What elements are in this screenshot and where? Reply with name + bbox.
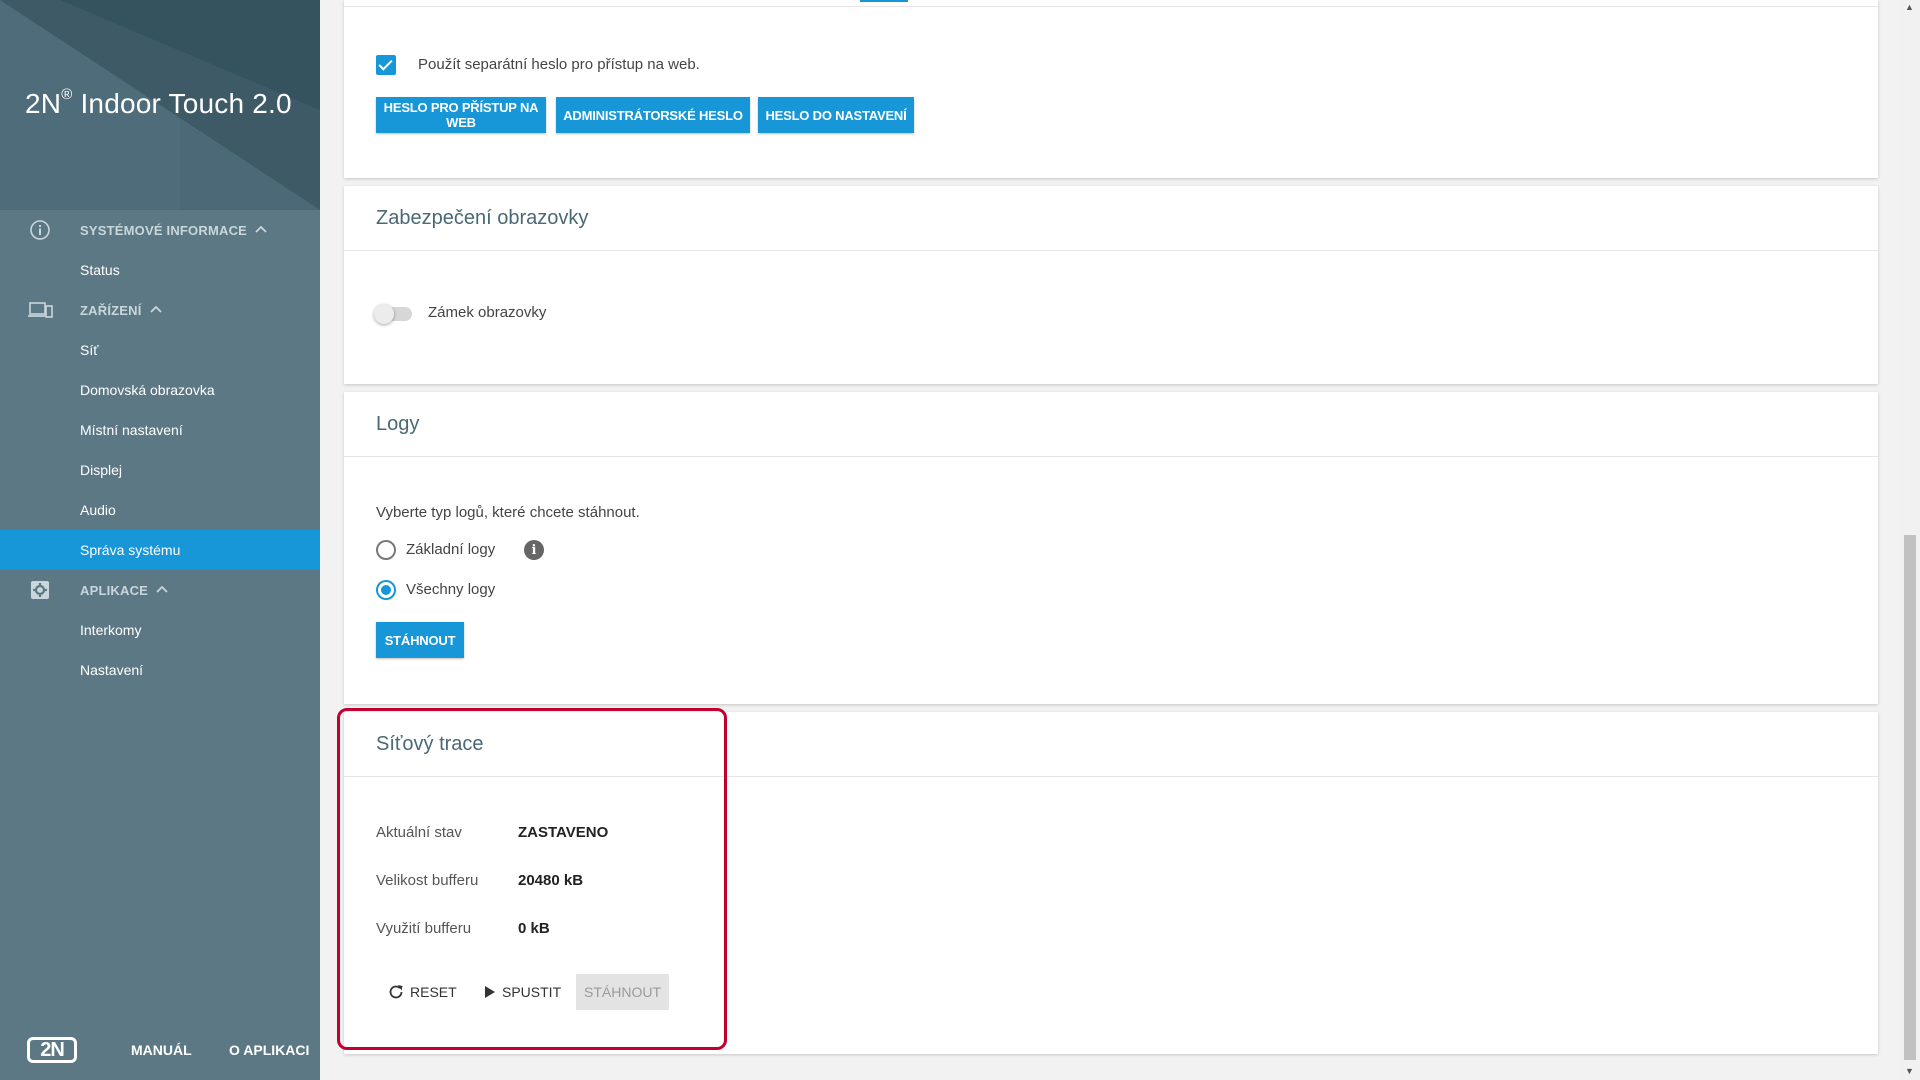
web-password-button[interactable]: Heslo pro přístup na web	[376, 97, 546, 133]
admin-password-button[interactable]: Administrátorské heslo	[556, 97, 750, 133]
manual-link[interactable]: Manuál	[131, 1042, 192, 1058]
gear-box-icon	[0, 580, 80, 600]
nav-group-system-info[interactable]: Systémové informace	[0, 210, 320, 250]
sidebar-item-intercoms[interactable]: Interkomy	[0, 610, 320, 650]
screen-lock-label: Zámek obrazovky	[428, 304, 547, 321]
nav-group-device[interactable]: Zařízení	[0, 290, 320, 330]
sidebar-item-network[interactable]: Síť	[0, 330, 320, 370]
settings-password-button[interactable]: Heslo do nastavení	[758, 97, 914, 133]
scroll-down-icon[interactable]: ▼	[1905, 1066, 1914, 1076]
sidebar-header: 2N® Indoor Touch 2.0	[0, 0, 320, 210]
sidebar-nav: Systémové informace Status Zařízení Síť …	[0, 210, 320, 690]
brand-logo[interactable]: 2N	[27, 1037, 77, 1063]
separate-password-label: Použít separátní heslo pro přístup na we…	[418, 56, 700, 73]
scrollbar-thumb[interactable]	[1904, 535, 1916, 1060]
highlight-frame	[337, 708, 727, 1050]
screen-lock-toggle[interactable]	[374, 304, 412, 324]
screen-security-title: Zabezpečení obrazovky	[344, 186, 1878, 251]
nav-group-label: Zařízení	[80, 302, 142, 318]
devices-icon	[0, 300, 80, 320]
sidebar-item-local-settings[interactable]: Místní nastavení	[0, 410, 320, 450]
basic-logs-radio[interactable]	[376, 540, 396, 560]
chevron-up-icon	[149, 304, 162, 316]
sidebar-item-audio[interactable]: Audio	[0, 490, 320, 530]
page-scrollbar[interactable]: ▲ ▼	[1900, 0, 1920, 1080]
logs-title: Logy	[344, 392, 1878, 457]
sidebar-item-home-screen[interactable]: Domovská obrazovka	[0, 370, 320, 410]
logs-prompt: Vyberte typ logů, které chcete stáhnout.	[376, 504, 640, 521]
logs-card: Logy Vyberte typ logů, které chcete stáh…	[344, 392, 1878, 704]
nav-group-applications[interactable]: Aplikace	[0, 570, 320, 610]
app-title: 2N® Indoor Touch 2.0	[25, 85, 292, 119]
sidebar-footer: 2N Manuál O aplikaci	[0, 1020, 320, 1080]
nav-group-label: Aplikace	[80, 582, 149, 598]
scroll-up-icon[interactable]: ▲	[1905, 2, 1914, 12]
logs-download-button[interactable]: Stáhnout	[376, 622, 464, 658]
nav-group-label: Systémové informace	[80, 222, 248, 238]
screen-security-card: Zabezpečení obrazovky Zámek obrazovky	[344, 186, 1878, 384]
info-circle-icon	[0, 219, 80, 241]
sidebar: 2N® Indoor Touch 2.0 Systémové informace…	[0, 0, 320, 1080]
separate-password-checkbox[interactable]	[376, 55, 396, 75]
all-logs-label: Všechny logy	[406, 581, 496, 598]
chevron-up-icon	[255, 224, 267, 236]
sidebar-item-display[interactable]: Displej	[0, 450, 320, 490]
sidebar-item-app-settings[interactable]: Nastavení	[0, 650, 320, 690]
basic-logs-label: Základní logy	[406, 541, 496, 558]
sidebar-item-status[interactable]: Status	[0, 250, 320, 290]
all-logs-radio[interactable]	[376, 580, 396, 600]
tab-indicator	[860, 0, 908, 2]
sidebar-item-system-management[interactable]: Správa systému	[0, 530, 320, 570]
about-link[interactable]: O aplikaci	[229, 1042, 309, 1058]
passwords-card: Použít separátní heslo pro přístup na we…	[344, 0, 1878, 178]
info-icon[interactable]: i	[524, 540, 544, 560]
main-content: Použít separátní heslo pro přístup na we…	[320, 0, 1900, 1080]
chevron-up-icon	[156, 584, 168, 596]
